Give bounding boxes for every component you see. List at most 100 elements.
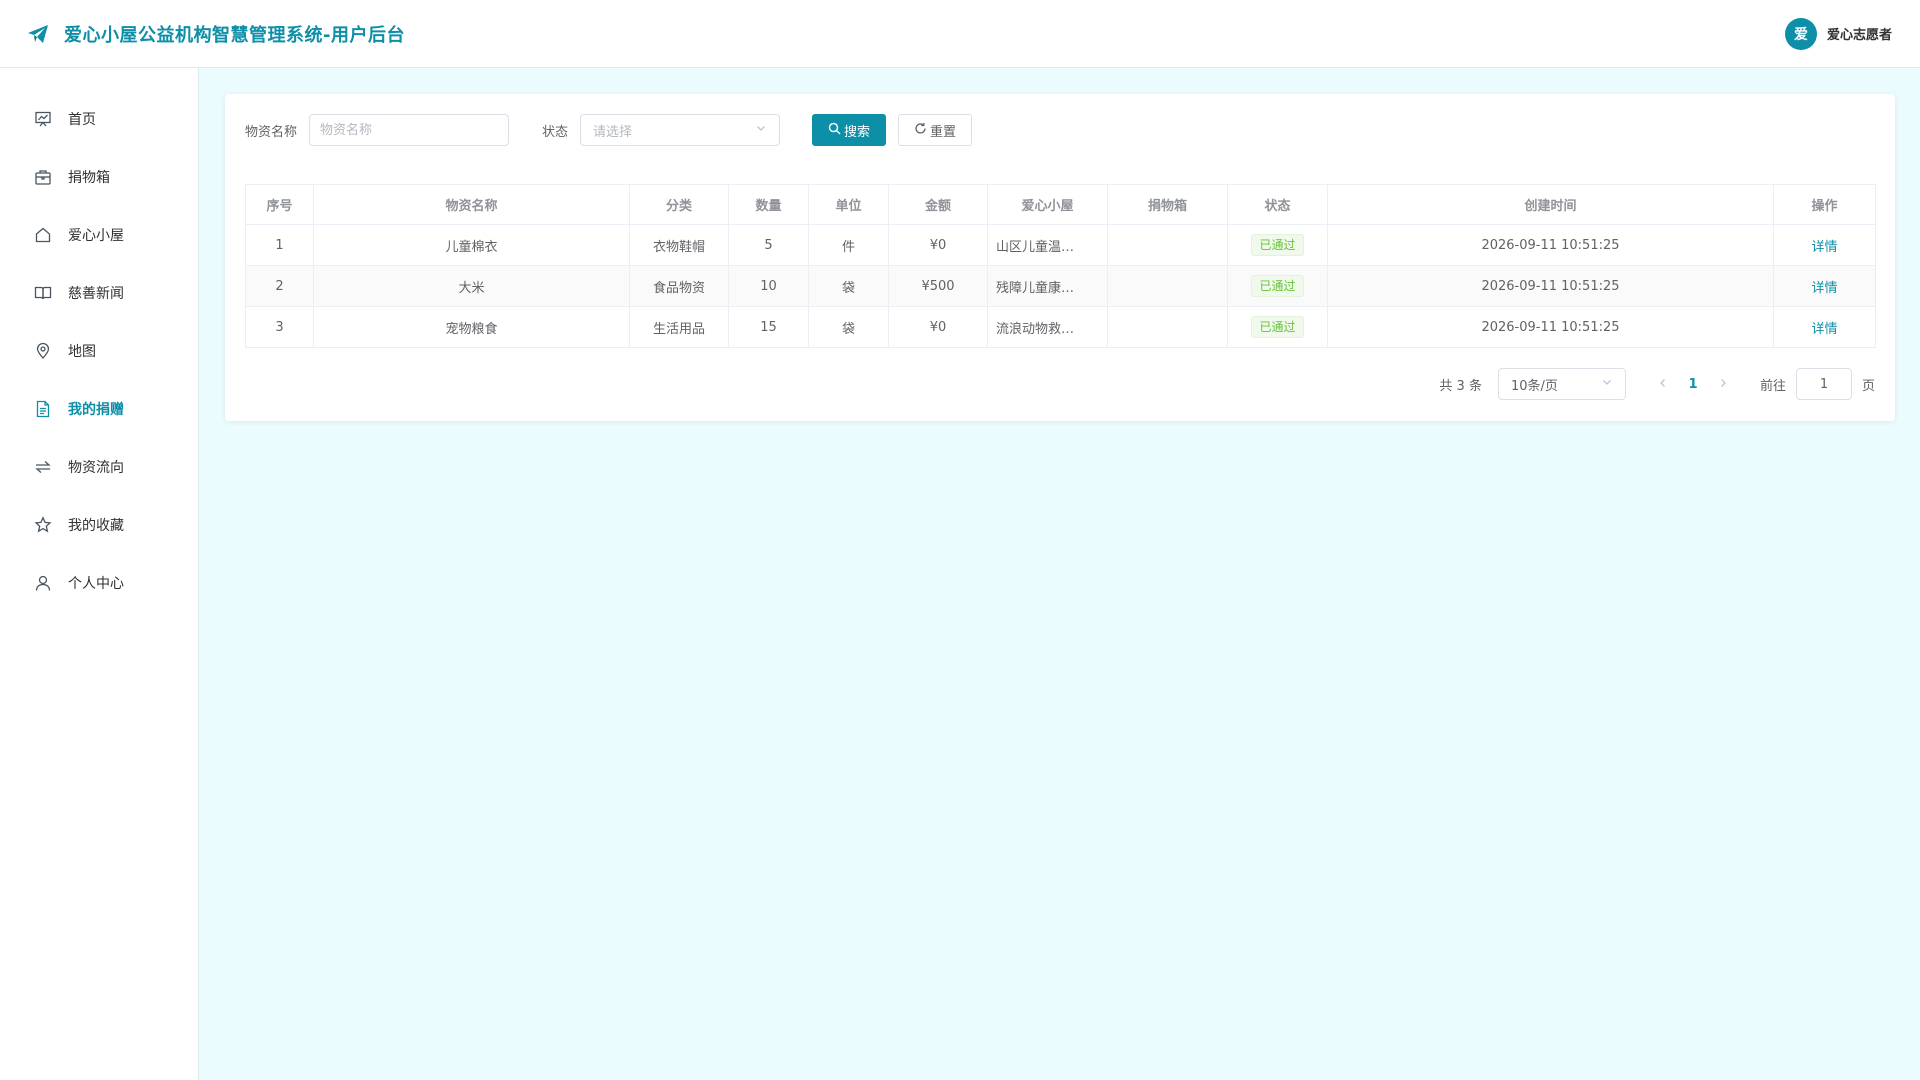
cell-status: 已通过 — [1227, 265, 1328, 307]
sidebar-item-map[interactable]: 地图 — [0, 322, 198, 380]
status-filter-placeholder: 请选择 — [593, 124, 633, 140]
goto-label: 前往 — [1759, 378, 1786, 394]
page-number-current[interactable]: 1 — [1678, 377, 1708, 392]
cell-index: 2 — [245, 265, 314, 307]
cell-action: 详情 — [1773, 306, 1876, 348]
cell-house: 山区儿童温… — [987, 224, 1108, 266]
col-header-quantity: 数量 — [728, 184, 809, 225]
filter-bar: 物资名称 状态 请选择 搜索 重置 — [245, 114, 1875, 146]
cell-amount: ¥0 — [888, 224, 988, 266]
brand: 爱心小屋公益机构智慧管理系统-用户后台 — [26, 21, 405, 47]
cell-unit: 袋 — [808, 265, 889, 307]
sidebar-item-my-donations[interactable]: 我的捐赠 — [0, 380, 198, 438]
document-icon — [34, 400, 52, 418]
cell-unit: 件 — [808, 224, 889, 266]
search-button-label: 搜索 — [844, 124, 871, 140]
sidebar-item-label: 我的捐赠 — [68, 402, 124, 418]
dashboard-icon — [34, 110, 52, 128]
star-icon — [34, 516, 52, 534]
chevron-right-icon — [1721, 378, 1726, 387]
reset-button-label: 重置 — [930, 124, 957, 140]
cell-quantity: 5 — [728, 224, 809, 266]
book-icon — [34, 284, 52, 302]
col-header-category: 分类 — [629, 184, 729, 225]
sidebar-item-material-flow[interactable]: 物资流向 — [0, 438, 198, 496]
cell-created: 2026-09-11 10:51:25 — [1327, 224, 1774, 266]
sidebar-item-profile[interactable]: 个人中心 — [0, 554, 198, 612]
user-menu[interactable]: 爱 爱心志愿者 — [1784, 17, 1892, 50]
app-title: 爱心小屋公益机构智慧管理系统-用户后台 — [64, 24, 405, 46]
cell-action: 详情 — [1773, 265, 1876, 307]
top-header: 爱心小屋公益机构智慧管理系统-用户后台 爱 爱心志愿者 — [0, 0, 1920, 68]
col-header-action: 操作 — [1773, 184, 1876, 225]
cell-box — [1107, 224, 1228, 266]
chevron-down-icon — [1601, 376, 1613, 392]
reset-button[interactable]: 重置 — [898, 114, 973, 146]
cell-status: 已通过 — [1227, 224, 1328, 266]
col-header-created: 创建时间 — [1327, 184, 1774, 225]
sidebar-item-donation-box[interactable]: 捐物箱 — [0, 148, 198, 206]
name-filter-input[interactable] — [309, 114, 510, 146]
cell-house: 流浪动物救… — [987, 306, 1108, 348]
table-row: 1 儿童棉衣 衣物鞋帽 5 件 ¥0 山区儿童温… 已通过 2026-09-11… — [245, 224, 1876, 266]
sidebar-item-charity-news[interactable]: 慈善新闻 — [0, 264, 198, 322]
pagination: 共 3 条 10条/页 1 前往 页 — [245, 368, 1875, 400]
cell-box — [1107, 265, 1228, 307]
box-icon — [34, 168, 52, 186]
cell-index: 3 — [245, 306, 314, 348]
cell-quantity: 15 — [728, 306, 809, 348]
sidebar-item-label: 慈善新闻 — [68, 286, 124, 302]
cell-unit: 袋 — [808, 306, 889, 348]
cell-index: 1 — [245, 224, 314, 266]
status-badge: 已通过 — [1251, 316, 1304, 338]
cell-category: 食品物资 — [629, 265, 729, 307]
table-row: 2 大米 食品物资 10 袋 ¥500 残障儿童康… 已通过 2026-09-1… — [245, 265, 1876, 307]
pagination-total: 共 3 条 — [1439, 378, 1482, 394]
cell-name: 宠物粮食 — [313, 306, 630, 348]
col-header-index: 序号 — [245, 184, 314, 225]
sidebar-item-home[interactable]: 首页 — [0, 90, 198, 148]
cell-created: 2026-09-11 10:51:25 — [1327, 265, 1774, 307]
col-header-status: 状态 — [1227, 184, 1328, 225]
goto-page-input[interactable] — [1795, 368, 1852, 400]
detail-link[interactable]: 详情 — [1811, 240, 1837, 255]
cell-amount: ¥0 — [888, 306, 988, 348]
col-header-amount: 金额 — [888, 184, 988, 225]
user-name[interactable]: 爱心志愿者 — [1827, 24, 1892, 43]
donations-table: 序号 物资名称 分类 数量 单位 金额 爱心小屋 捐物箱 状态 创建时间 操作 … — [245, 184, 1876, 348]
name-filter-label: 物资名称 — [245, 124, 298, 140]
location-pin-icon — [34, 342, 52, 360]
sidebar-item-label: 爱心小屋 — [68, 228, 124, 244]
prev-page-button[interactable] — [1648, 377, 1678, 392]
sidebar-item-favorites[interactable]: 我的收藏 — [0, 496, 198, 554]
search-icon — [828, 122, 841, 139]
chevron-down-icon — [755, 122, 767, 138]
cell-category: 生活用品 — [629, 306, 729, 348]
cell-category: 衣物鞋帽 — [629, 224, 729, 266]
sidebar-item-love-house[interactable]: 爱心小屋 — [0, 206, 198, 264]
sidebar-item-label: 捐物箱 — [68, 170, 110, 186]
avatar[interactable]: 爱 — [1784, 17, 1817, 50]
sidebar-item-label: 地图 — [68, 344, 96, 360]
status-badge: 已通过 — [1251, 275, 1304, 297]
cell-name: 儿童棉衣 — [313, 224, 630, 266]
sidebar: 首页 捐物箱 爱心小屋 慈善新闻 地图 我的捐赠 物资流向 我的收藏 个人中心 — [0, 68, 199, 1080]
col-header-house: 爱心小屋 — [987, 184, 1108, 225]
house-icon — [34, 226, 52, 244]
next-page-button[interactable] — [1708, 377, 1738, 392]
flow-arrows-icon — [34, 458, 52, 476]
status-badge: 已通过 — [1251, 234, 1304, 256]
sidebar-item-label: 个人中心 — [68, 576, 124, 592]
col-header-unit: 单位 — [808, 184, 889, 225]
page-suffix-label: 页 — [1861, 378, 1875, 394]
chevron-left-icon — [1660, 378, 1665, 387]
cell-name: 大米 — [313, 265, 630, 307]
status-filter-select[interactable]: 请选择 — [580, 114, 781, 146]
cell-amount: ¥500 — [888, 265, 988, 307]
detail-link[interactable]: 详情 — [1811, 281, 1837, 296]
sidebar-item-label: 我的收藏 — [68, 518, 124, 534]
page-size-select[interactable]: 10条/页 — [1497, 368, 1626, 400]
detail-link[interactable]: 详情 — [1811, 322, 1837, 337]
search-button[interactable]: 搜索 — [812, 114, 887, 146]
cell-quantity: 10 — [728, 265, 809, 307]
